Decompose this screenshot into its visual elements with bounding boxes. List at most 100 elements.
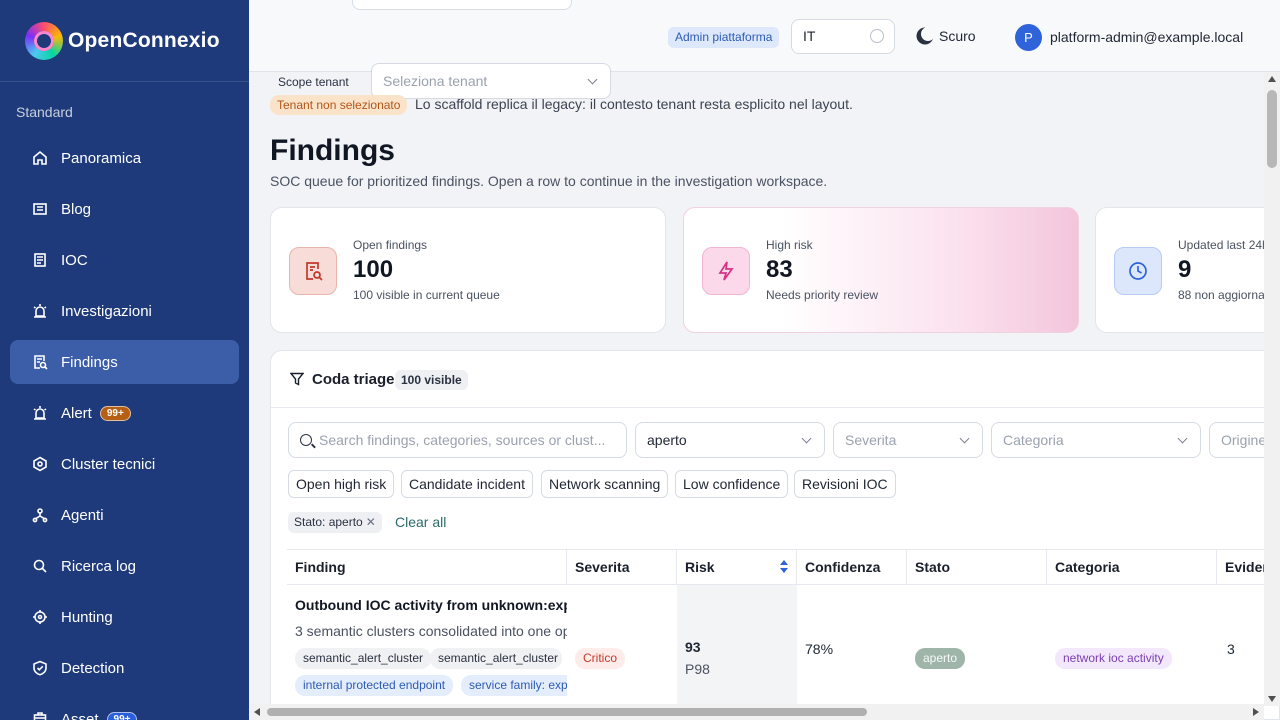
kpi-note: Needs priority review	[766, 288, 879, 302]
scope-tenant-label: Scope tenant	[278, 75, 349, 89]
alarm-icon	[32, 405, 48, 421]
sidebar-item-label: Hunting	[61, 608, 113, 626]
table-row[interactable]: Outbound IOC activity from unknown:expor…	[287, 585, 1279, 719]
close-icon[interactable]: ✕	[366, 515, 376, 529]
siren-icon	[32, 303, 48, 319]
severity-badge: Critico	[575, 648, 626, 669]
tenant-select[interactable]: Seleziona tenant	[371, 63, 611, 99]
sidebar-item-asset[interactable]: Asset 99+	[10, 697, 239, 720]
confidence-value: 78%	[805, 641, 834, 657]
finding-title[interactable]: Outbound IOC activity from unknown:expor…	[295, 597, 567, 613]
kpi-label: Open findings	[353, 238, 428, 252]
triage-panel-header: Coda triage 100 visible	[271, 351, 1279, 408]
sidebar-item-investigazioni[interactable]: Investigazioni	[10, 289, 239, 333]
role-badge: Admin piattaforma	[668, 27, 780, 48]
findings-search-input[interactable]: Search findings, categories, sources or …	[288, 422, 627, 458]
sidebar-item-label: Findings	[61, 353, 118, 371]
sidebar-item-hunting[interactable]: Hunting	[10, 595, 239, 639]
shield-icon	[32, 660, 48, 676]
triage-panel: Coda triage 100 visible Search findings,…	[270, 350, 1280, 720]
sidebar-item-cluster-tecnici[interactable]: Cluster tecnici	[10, 442, 239, 486]
preset-low-confidence[interactable]: Low confidence	[675, 470, 789, 498]
status-select-value: aperto	[647, 432, 687, 448]
severity-placeholder: Severita	[845, 432, 897, 448]
kpi-card-high-risk[interactable]: High risk 83 Needs priority review	[683, 207, 1079, 333]
global-search-field[interactable]	[352, 0, 572, 10]
chevron-down-icon	[587, 74, 598, 85]
sidebar-item-agenti[interactable]: Agenti	[10, 493, 239, 537]
language-select[interactable]: IT	[791, 19, 895, 54]
sort-icon	[780, 560, 788, 574]
brand[interactable]: OpenConnexio	[0, 0, 249, 82]
sidebar-item-panoramica[interactable]: Panoramica	[10, 136, 239, 180]
preset-network-scanning[interactable]: Network scanning	[541, 470, 669, 498]
preset-revisioni-ioc[interactable]: Revisioni IOC	[794, 470, 896, 498]
finding-tag: service family: export	[461, 675, 567, 696]
brand-name: OpenConnexio	[68, 28, 220, 52]
column-header-risk[interactable]: Risk	[677, 550, 797, 584]
kpi-value: 9	[1178, 256, 1192, 283]
kpi-note: 88 non aggiornati	[1178, 288, 1271, 302]
globe-icon	[870, 29, 884, 43]
status-select[interactable]: aperto	[635, 422, 825, 458]
kpi-value: 100	[353, 256, 394, 283]
search-icon	[32, 558, 48, 574]
sidebar-item-findings[interactable]: Findings	[10, 340, 239, 384]
sidebar-item-alert[interactable]: Alert 99+	[10, 391, 239, 435]
column-header-stato[interactable]: Stato	[907, 550, 1047, 584]
kpi-value: 83	[766, 256, 793, 283]
sidebar-item-label: Alert	[61, 404, 92, 422]
search-placeholder: Search findings, categories, sources or …	[319, 432, 606, 448]
sidebar-item-detection[interactable]: Detection	[10, 646, 239, 690]
finding-tag: semantic_alert_cluster	[295, 648, 432, 669]
active-filter-label: Stato: aperto	[294, 515, 363, 529]
filter-icon	[290, 372, 304, 386]
document-search-icon	[32, 354, 48, 370]
severity-select[interactable]: Severita	[833, 422, 983, 458]
kpi-card-updated-24h[interactable]: Updated last 24h 9 88 non aggiornati	[1095, 207, 1280, 333]
table-header: Finding Severita Risk Confidenza Stato C…	[287, 549, 1279, 585]
preset-open-high-risk[interactable]: Open high risk	[288, 470, 395, 498]
column-header-severita[interactable]: Severita	[567, 550, 677, 584]
sidebar-item-ricerca-log[interactable]: Ricerca log	[10, 544, 239, 588]
sidebar: OpenConnexio Standard Panoramica Blog IO…	[0, 0, 249, 720]
theme-toggle-button[interactable]: Scuro	[918, 28, 976, 44]
document-search-icon	[289, 247, 337, 295]
column-header-categoria[interactable]: Categoria	[1047, 550, 1217, 584]
scroll-up-icon[interactable]	[1268, 76, 1276, 82]
horizontal-scrollbar[interactable]	[249, 704, 1264, 720]
sidebar-item-ioc[interactable]: IOC	[10, 238, 239, 282]
clock-icon	[1114, 247, 1162, 295]
kpi-label: Updated last 24h	[1178, 238, 1269, 252]
evidence-count: 3	[1227, 641, 1235, 657]
network-icon	[32, 507, 48, 523]
sidebar-item-label: Agenti	[61, 506, 104, 524]
preset-candidate-incident[interactable]: Candidate incident	[401, 470, 533, 498]
kpi-card-open-findings[interactable]: Open findings 100 100 visible in current…	[270, 207, 666, 333]
sidebar-item-label: Cluster tecnici	[61, 455, 156, 473]
clear-all-link[interactable]: Clear all	[395, 514, 446, 530]
column-header-confidenza[interactable]: Confidenza	[797, 550, 907, 584]
scroll-down-icon[interactable]	[1268, 696, 1276, 702]
active-filter-chip[interactable]: Stato: aperto ✕	[288, 512, 382, 533]
vertical-scroll-thumb[interactable]	[1267, 90, 1277, 168]
page-subtitle: SOC queue for prioritized findings. Open…	[270, 173, 828, 189]
sidebar-item-blog[interactable]: Blog	[10, 187, 239, 231]
category-placeholder: Categoria	[1003, 432, 1064, 448]
horizontal-scroll-thumb[interactable]	[267, 708, 867, 716]
category-select[interactable]: Categoria	[991, 422, 1201, 458]
scroll-left-icon[interactable]	[254, 708, 260, 716]
kpi-label: High risk	[766, 238, 813, 252]
sidebar-item-label: Investigazioni	[61, 302, 152, 320]
tenant-select-placeholder: Seleziona tenant	[383, 73, 488, 89]
scroll-right-icon[interactable]	[1253, 708, 1259, 716]
vertical-scrollbar[interactable]	[1264, 72, 1280, 706]
tenant-status-badge: Tenant non selezionato	[270, 95, 408, 115]
column-header-finding[interactable]: Finding	[287, 550, 567, 584]
avatar[interactable]: P	[1015, 24, 1042, 51]
topbar: Admin piattaforma IT Scuro P platform-ad…	[249, 0, 1280, 72]
status-badge: aperto	[915, 648, 966, 669]
user-email[interactable]: platform-admin@example.local	[1050, 29, 1243, 45]
hexagon-icon	[32, 456, 48, 472]
finding-tag: semantic_alert_cluster	[430, 648, 562, 669]
